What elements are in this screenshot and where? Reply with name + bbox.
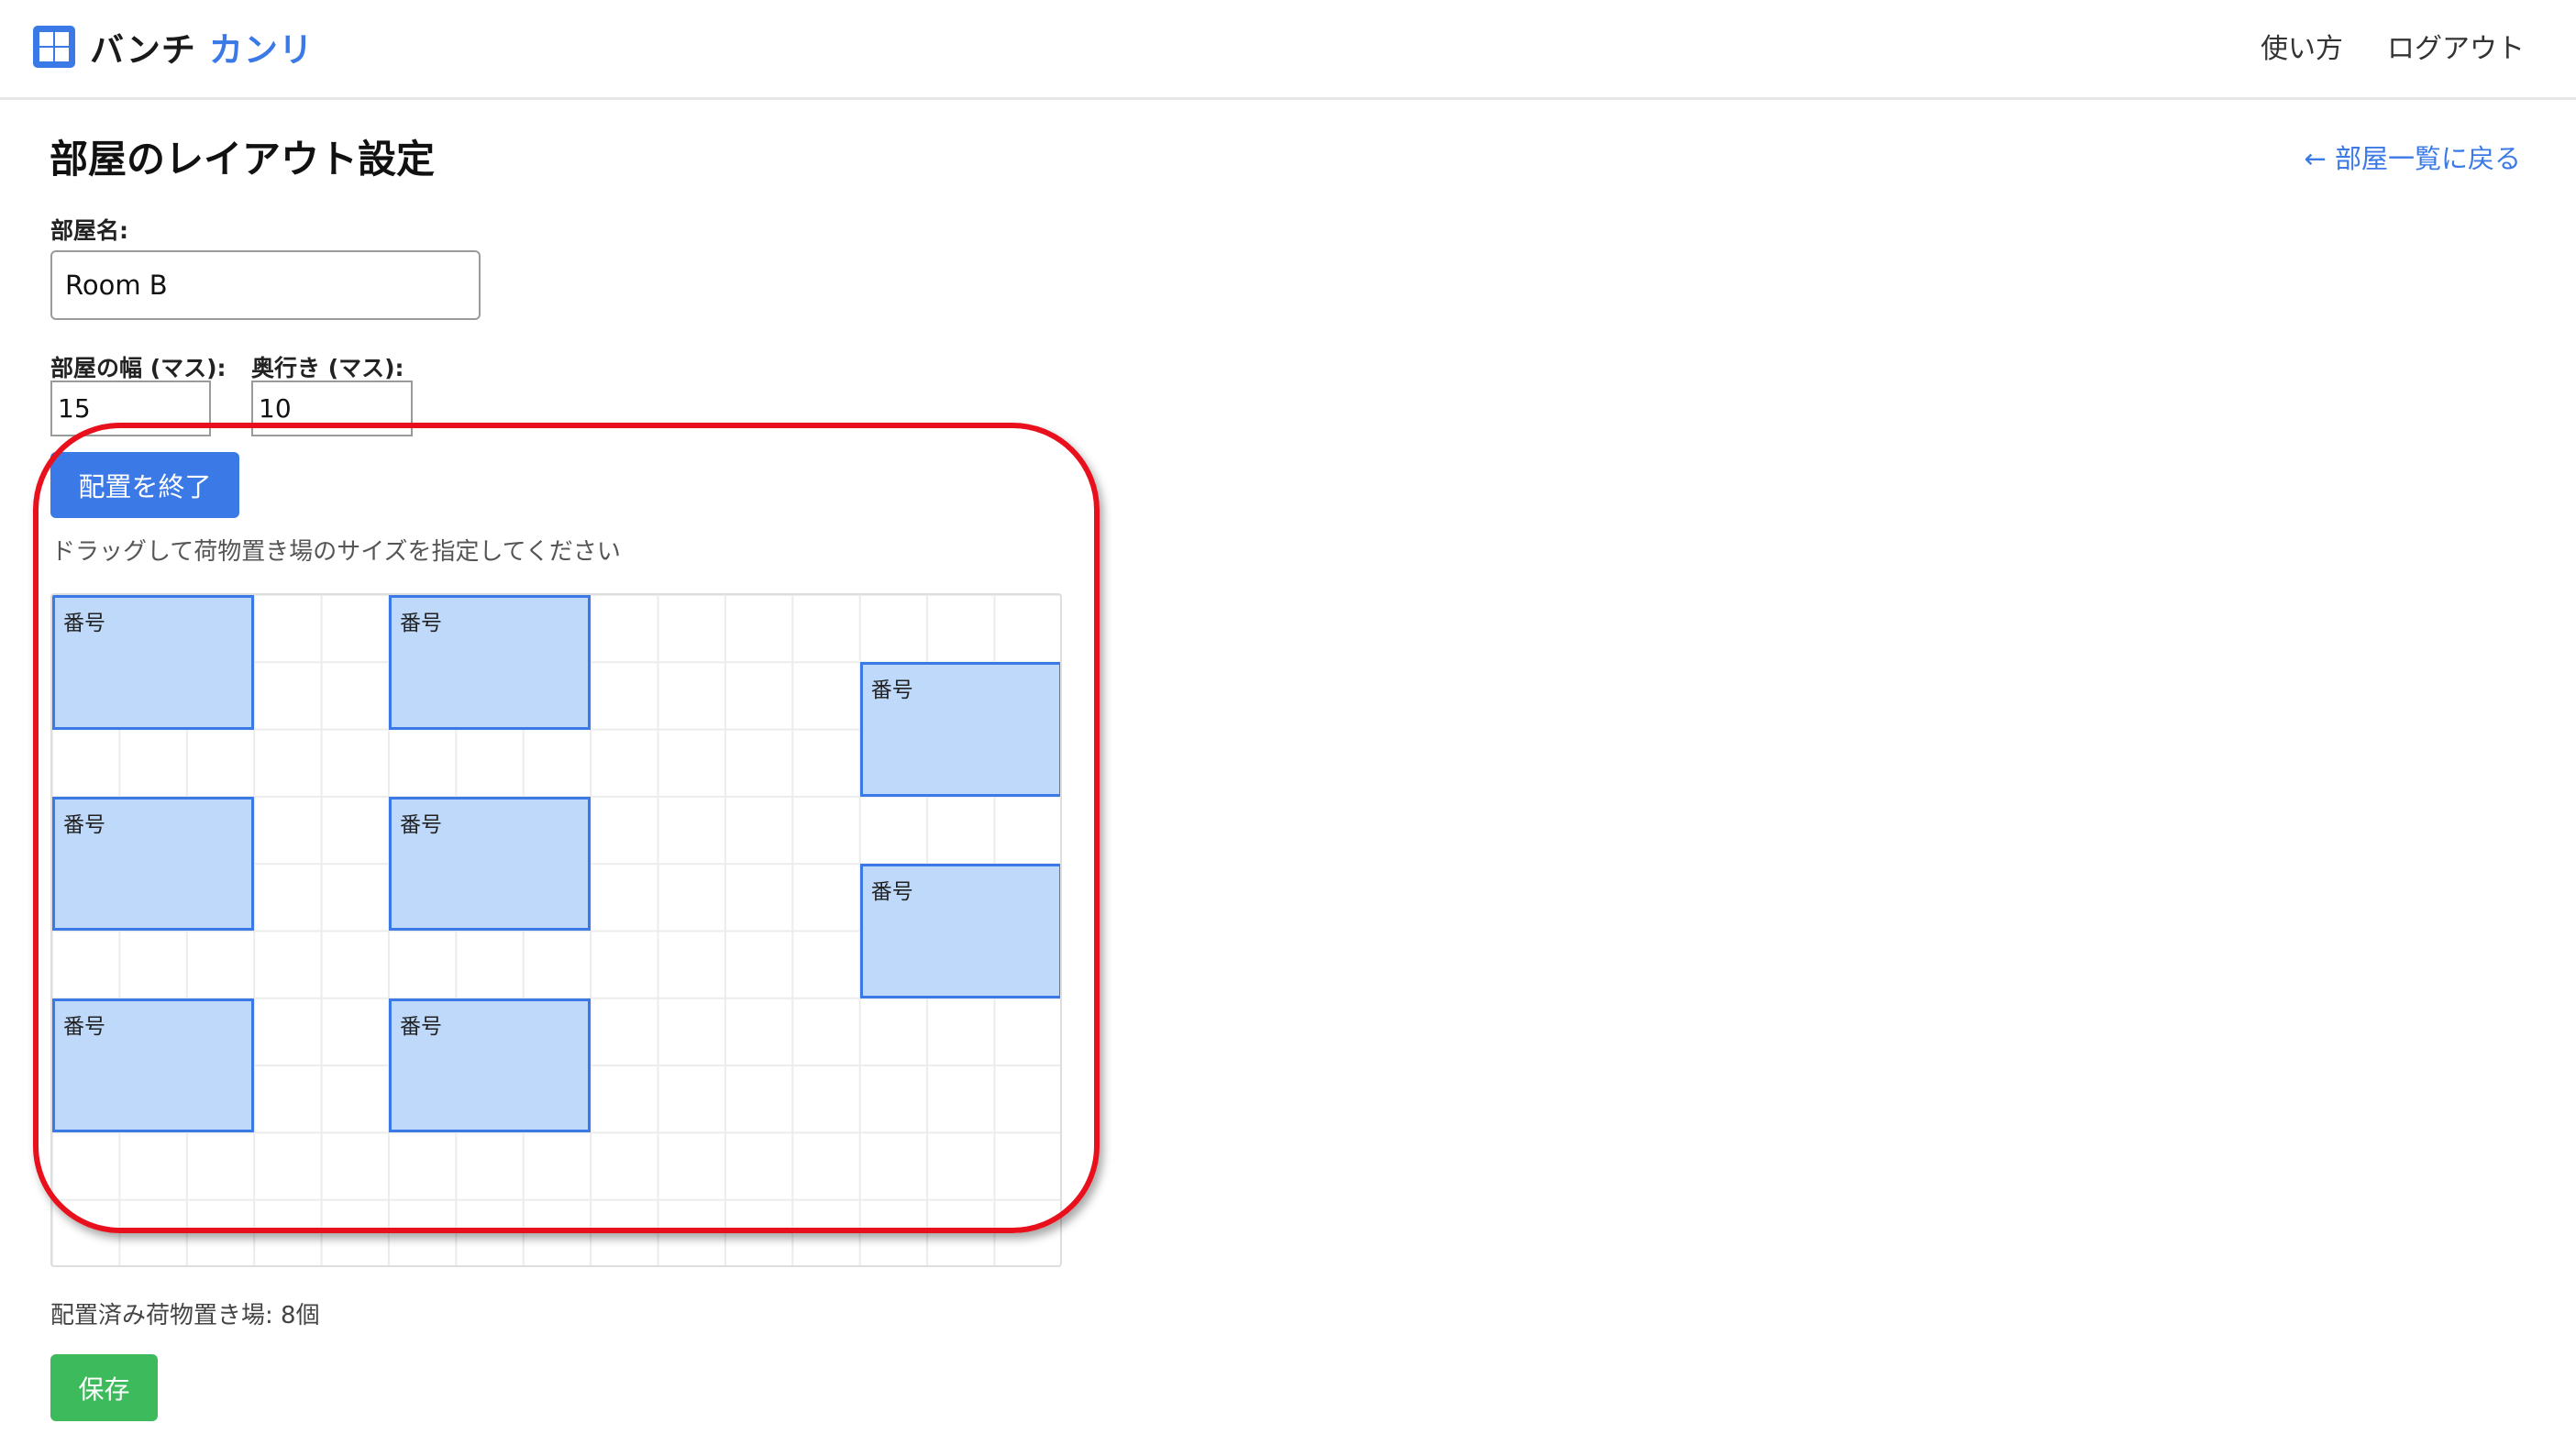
storage-slot[interactable]: 番号 — [52, 595, 255, 730]
room-depth-input[interactable] — [251, 381, 413, 436]
storage-slot[interactable]: 番号 — [859, 864, 1060, 998]
storage-slot[interactable]: 番号 — [389, 998, 591, 1133]
brand-name-primary: バンチ — [90, 30, 196, 70]
room-name-input[interactable] — [50, 250, 481, 320]
storage-slot[interactable]: 番号 — [52, 796, 255, 932]
room-depth-label: 奥行き (マス): — [251, 355, 404, 381]
app-header: バンチ カンリ 使い方 ログアウト — [0, 0, 2576, 100]
storage-slot[interactable]: 番号 — [389, 796, 591, 932]
save-button[interactable]: 保存 — [50, 1354, 158, 1421]
brand-name: バンチ カンリ — [90, 22, 314, 72]
grid-icon — [33, 26, 75, 68]
brand-logo[interactable]: バンチ カンリ — [33, 23, 314, 71]
room-width-label: 部屋の幅 (マス): — [50, 355, 227, 381]
finish-placement-button[interactable]: 配置を終了 — [50, 452, 239, 518]
back-to-rooms-link[interactable]: ← 部屋一覧に戻る — [2304, 138, 2521, 176]
help-link[interactable]: 使い方 — [2261, 26, 2343, 66]
layout-grid[interactable]: 番号 番号 番号 番号 番号 番号 番号 番号 — [50, 593, 1062, 1267]
room-name-label: 部屋名: — [50, 217, 128, 244]
slot-number-label: 番号 — [400, 612, 442, 635]
drag-instruction: ドラッグして荷物置き場のサイズを指定してください — [51, 538, 621, 566]
brand-name-accent: カンリ — [208, 30, 314, 70]
storage-slot[interactable]: 番号 — [52, 998, 255, 1133]
slot-number-label: 番号 — [400, 1014, 442, 1039]
placed-count-text: 配置済み荷物置き場: 8個 — [50, 1302, 320, 1329]
logout-link[interactable]: ログアウト — [2387, 26, 2525, 66]
storage-slot[interactable]: 番号 — [859, 662, 1060, 797]
app-root: バンチ カンリ 使い方 ログアウト 部屋のレイアウト設定 ← 部屋一覧に戻る 部屋… — [0, 0, 2576, 1445]
slot-number-label: 番号 — [63, 812, 105, 837]
slot-number-label: 番号 — [870, 678, 913, 703]
header-nav: 使い方 ログアウト — [2217, 26, 2525, 66]
slot-number-label: 番号 — [870, 880, 913, 905]
slot-number-label: 番号 — [400, 812, 442, 837]
page-title: 部屋のレイアウト設定 — [50, 137, 436, 182]
slot-number-label: 番号 — [63, 1014, 105, 1039]
slot-number-label: 番号 — [63, 612, 105, 635]
room-width-input[interactable] — [50, 381, 211, 436]
storage-slot[interactable]: 番号 — [389, 595, 591, 730]
